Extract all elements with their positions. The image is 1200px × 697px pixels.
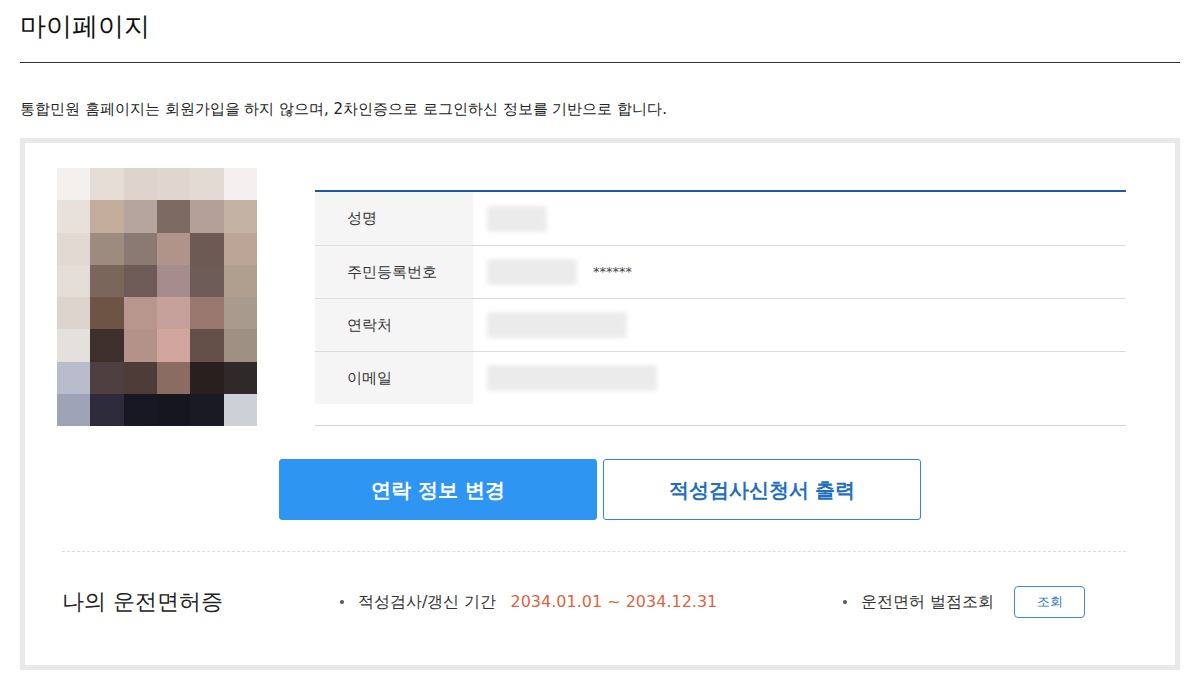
change-contact-button[interactable]: 연락 정보 변경 (279, 459, 597, 520)
bullet-icon (340, 600, 344, 604)
field-label: 주민등록번호 (315, 246, 473, 298)
redacted-value (487, 365, 657, 391)
mypage-card: 성명주민등록번호******연락처이메일 연락 정보 변경적성검사신청서 출력 … (20, 138, 1180, 670)
profile-photo (57, 168, 257, 426)
redacted-value (487, 206, 547, 232)
renewal-period: 2034.01.01 ~ 2034.12.31 (510, 590, 717, 614)
field-value: ****** (473, 246, 1126, 298)
penalty-info: 운전면허 벌점조회 조회 (843, 586, 1085, 618)
field-label: 이메일 (315, 352, 473, 404)
field-value (473, 192, 1126, 245)
field-label: 성명 (315, 192, 473, 245)
field-value (473, 352, 1126, 404)
renewal-label: 적성검사/갱신 기간 (358, 590, 496, 614)
masked-text: ****** (593, 262, 632, 282)
page-title: 마이페이지 (20, 8, 150, 44)
penalty-label: 운전면허 벌점조회 (861, 590, 994, 614)
license-row: 나의 운전면허증 적성검사/갱신 기간 2034.01.01 ~ 2034.12… (62, 551, 1126, 651)
notice-text: 통합민원 홈페이지는 회원가입을 하지 않으며, 2차인증으로 로그인하신 정보… (20, 99, 1180, 119)
field-label: 연락처 (315, 299, 473, 351)
profile-row: 성명 (315, 192, 1126, 245)
profile-table: 성명주민등록번호 ****** 연락처이메일 (315, 190, 1126, 426)
field-value (473, 299, 1126, 351)
profile-row: 연락처 (315, 298, 1126, 351)
penalty-lookup-button[interactable]: 조회 (1014, 586, 1085, 618)
redacted-value (487, 312, 627, 338)
license-title: 나의 운전면허증 (62, 585, 340, 618)
profile-row: 이메일 (315, 351, 1126, 404)
profile-row: 주민등록번호 ****** (315, 245, 1126, 298)
renewal-info: 적성검사/갱신 기간 2034.01.01 ~ 2034.12.31 (340, 590, 843, 614)
redacted-value (487, 259, 577, 285)
bullet-icon (843, 600, 847, 604)
print-application-button[interactable]: 적성검사신청서 출력 (603, 459, 921, 520)
button-bar: 연락 정보 변경적성검사신청서 출력 (25, 459, 1175, 520)
